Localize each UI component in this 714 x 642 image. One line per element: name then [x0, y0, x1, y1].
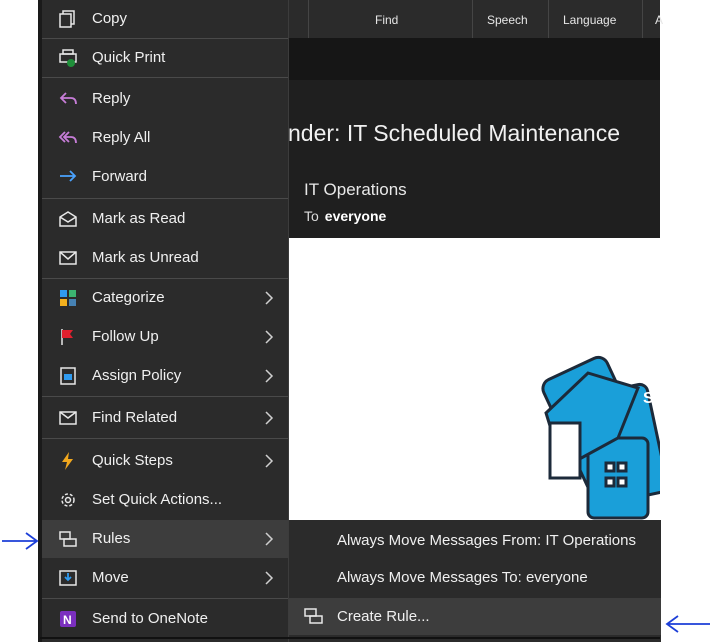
reply-all-icon	[58, 131, 77, 144]
menu-item-label: Quick Print	[92, 49, 166, 66]
ribbon-speech-label: Speech	[487, 13, 528, 27]
svg-text:N: N	[63, 613, 72, 627]
menu-item-quick-print[interactable]: Quick Print	[42, 39, 288, 77]
copy-icon	[59, 10, 75, 28]
menu-divider	[42, 598, 288, 599]
menu-item-mark-as-unread[interactable]: Mark as Unread	[42, 239, 288, 277]
menu-divider	[42, 77, 288, 78]
rules-submenu: Always Move Messages From: IT Operations…	[288, 520, 661, 642]
menu-item-label: Send to OneNote	[92, 610, 208, 627]
forward-icon	[60, 170, 77, 182]
menu-item-rules[interactable]: Rules	[42, 520, 288, 558]
menu-item-label: Assign Policy	[92, 367, 182, 384]
create-rule-icon	[304, 608, 323, 624]
menu-item-categorize[interactable]: Categorize	[42, 279, 288, 317]
chevron-right-icon	[265, 532, 274, 546]
menu-item-quick-steps[interactable]: Quick Steps	[42, 442, 288, 480]
message-to-line: To everyone	[304, 208, 386, 224]
menu-item-label: Quick Steps	[92, 452, 173, 469]
menu-item-mark-as-read[interactable]: Mark as Read	[42, 200, 288, 238]
submenu-item-label: Always Move Messages From: IT Operations	[337, 532, 636, 549]
ribbon-bar: Find Speech Language A	[288, 0, 664, 39]
quick-print-icon	[59, 49, 77, 67]
reply-icon	[59, 92, 77, 105]
ribbon-find-group[interactable]: Find	[308, 0, 473, 38]
menu-item-assign-policy[interactable]: Assign Policy	[42, 357, 288, 395]
mark-read-icon	[59, 211, 77, 227]
lightning-icon	[62, 452, 73, 470]
toolbar-strip	[288, 38, 660, 80]
menu-item-set-quick-actions[interactable]: Set Quick Actions...	[42, 481, 288, 519]
ribbon-find-label: Find	[375, 13, 399, 27]
sidebar-tile-text: Sh	[643, 390, 660, 407]
rules-icon	[59, 531, 77, 547]
ribbon-language-label: Language	[563, 13, 617, 27]
menu-item-reply[interactable]: Reply	[42, 80, 288, 118]
menu-item-label: Set Quick Actions...	[92, 491, 223, 508]
message-body: Sh	[288, 238, 669, 520]
ribbon-cut-group[interactable]: A	[642, 0, 664, 38]
menu-item-move[interactable]: Move	[42, 559, 288, 597]
submenu-item-label: Always Move Messages To: everyone	[337, 569, 588, 586]
menu-item-label: Reply All	[92, 129, 151, 146]
onenote-icon: N	[60, 611, 76, 627]
chevron-right-icon	[265, 411, 274, 425]
chevron-right-icon	[265, 454, 274, 468]
to-value[interactable]: everyone	[325, 208, 386, 224]
menu-item-label: Reply	[92, 90, 131, 107]
mark-unread-icon	[59, 251, 77, 265]
chevron-right-icon	[265, 369, 274, 383]
menu-item-label: Forward	[92, 168, 148, 185]
menu-item-label: Move	[92, 569, 129, 586]
annotation-arrow-create-rule	[665, 615, 710, 633]
menu-item-follow-up[interactable]: Follow Up	[42, 318, 288, 356]
menu-item-label: Follow Up	[92, 328, 159, 345]
submenu-item-label: Create Rule...	[337, 608, 430, 625]
menu-item-label: Mark as Unread	[92, 249, 199, 266]
policy-icon	[60, 367, 76, 385]
menu-item-find-related[interactable]: Find Related	[42, 399, 288, 437]
menu-divider	[42, 438, 288, 439]
submenu-item-create-rule[interactable]: Create Rule...	[289, 598, 661, 635]
flag-icon	[61, 329, 73, 345]
annotation-arrow-rules	[2, 532, 39, 550]
menu-item-send-to-onenote[interactable]: N Send to OneNote	[42, 600, 288, 638]
to-label: To	[304, 208, 319, 224]
message-subject: nder: IT Scheduled Maintenance	[288, 120, 621, 146]
window-bottom-edge	[40, 637, 660, 639]
move-icon	[59, 570, 77, 586]
chevron-right-icon	[265, 330, 274, 344]
menu-item-label: Rules	[92, 530, 131, 547]
menu-item-label: Find Related	[92, 409, 178, 426]
chevron-right-icon	[265, 291, 274, 305]
ribbon-speech-group[interactable]: Speech	[472, 0, 549, 38]
menu-item-label: Categorize	[92, 289, 165, 306]
menu-item-label: Copy	[92, 10, 128, 27]
submenu-item-move-from[interactable]: Always Move Messages From: IT Operations	[289, 522, 661, 559]
ribbon-language-group[interactable]: Language	[548, 0, 643, 38]
menu-divider	[42, 198, 288, 199]
ribbon-cut-label: A	[655, 13, 664, 27]
chevron-right-icon	[265, 571, 274, 585]
context-menu: Copy Quick Print Reply Reply All Forward…	[42, 0, 289, 642]
menu-item-forward[interactable]: Forward	[42, 158, 288, 196]
submenu-item-move-to[interactable]: Always Move Messages To: everyone	[289, 559, 661, 596]
devices-illustration: Sh	[541, 355, 669, 520]
menu-divider	[42, 396, 288, 397]
menu-item-copy[interactable]: Copy	[42, 0, 288, 38]
menu-item-label: Mark as Read	[92, 210, 186, 227]
menu-item-reply-all[interactable]: Reply All	[42, 119, 288, 157]
find-related-icon	[59, 411, 77, 425]
gear-icon	[61, 493, 75, 507]
message-sender[interactable]: IT Operations	[304, 180, 407, 200]
reading-pane-header: nder: IT Scheduled Maintenance IT Operat…	[288, 80, 660, 238]
categorize-icon	[60, 290, 76, 306]
